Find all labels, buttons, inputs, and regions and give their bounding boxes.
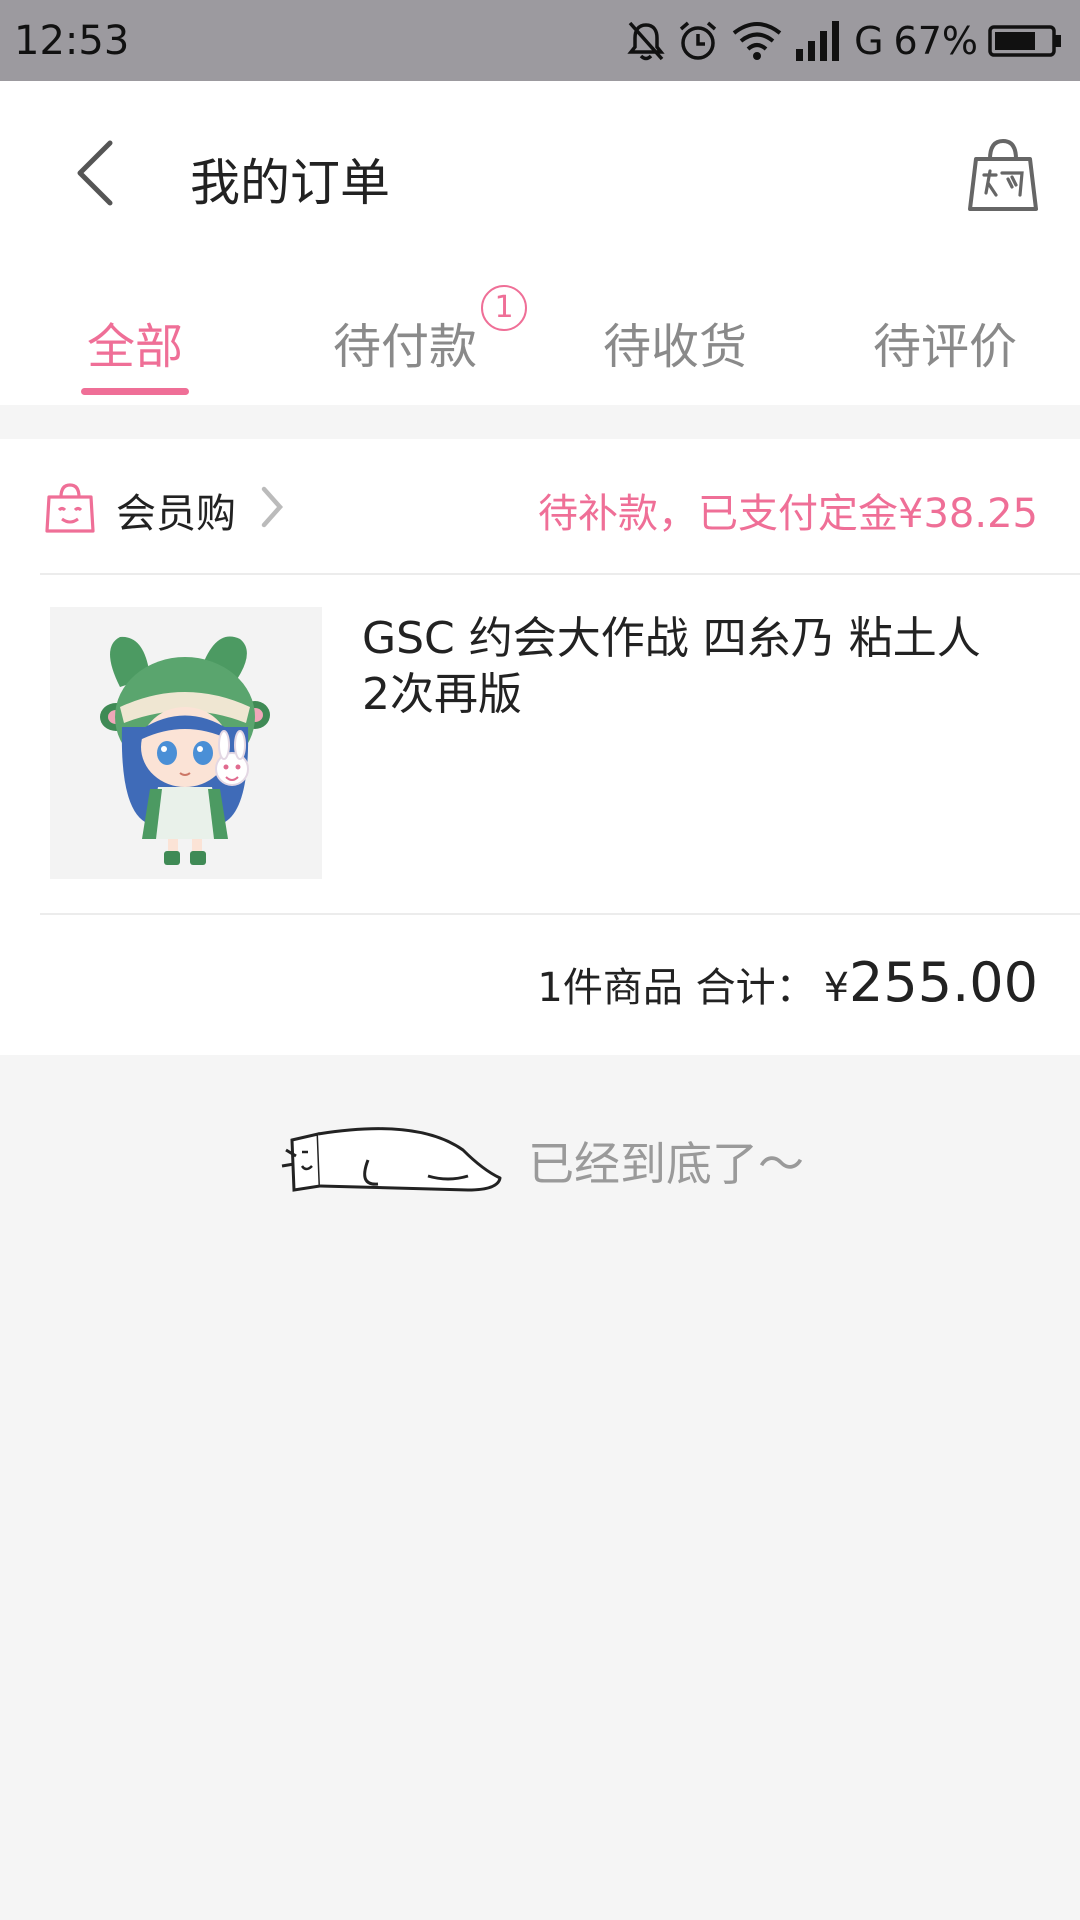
count-badge: 1: [481, 285, 527, 331]
bell-off-icon: [627, 21, 665, 61]
status-time: 12:53: [14, 18, 130, 64]
product-image[interactable]: [50, 607, 322, 879]
member-shop-bag-icon: [45, 483, 95, 533]
tab-pending-receipt[interactable]: 待收货: [555, 307, 795, 405]
order-tabs: 全部 待付款 1 待收货 待评价: [0, 271, 1080, 405]
lying-mascot-icon: [281, 1127, 502, 1192]
network-type: G: [854, 19, 884, 63]
order-total: 255.00: [849, 951, 1038, 1014]
shopping-bag-icon[interactable]: [966, 133, 1040, 213]
shop-header[interactable]: 会员购 待补款，已支付定金¥38.25: [0, 439, 1080, 573]
shop-name: 会员购: [116, 491, 236, 537]
page-title: 我的订单: [190, 154, 390, 212]
app-header: 我的订单: [0, 81, 1080, 271]
tab-label: 待评价: [872, 319, 1017, 375]
alarm-icon: [679, 21, 717, 60]
product-title: GSC 约会大作战 四糸乃 粘土人 2次再版: [362, 613, 981, 720]
tab-pending-payment[interactable]: 待付款 1: [285, 285, 527, 405]
summary-label: 1件商品 合计：: [537, 965, 816, 1011]
battery-icon: [988, 25, 1061, 57]
active-tab-indicator: [81, 388, 189, 395]
product-item[interactable]: GSC 约会大作战 四糸乃 粘土人 2次再版: [0, 575, 1080, 879]
status-icons: G 67%: [626, 16, 1064, 66]
status-bar: 12:53 G 67%: [0, 0, 1080, 81]
battery-percent: 67%: [893, 19, 978, 63]
tab-label: 待付款: [332, 319, 477, 375]
signal-icon: [796, 21, 840, 61]
end-of-list: 已经到底了～: [0, 1110, 1080, 1200]
chevron-right-icon: [261, 486, 284, 528]
currency-symbol: ¥: [823, 965, 850, 1011]
order-summary: 1件商品 合计： ¥ 255.00: [0, 915, 1080, 1055]
order-status: 待补款，已支付定金¥38.25: [538, 491, 1038, 537]
tab-label: 待收货: [602, 319, 747, 375]
tab-pending-review[interactable]: 待评价: [825, 307, 1065, 405]
end-of-list-text: 已经到底了～: [528, 1137, 804, 1191]
back-button[interactable]: [62, 133, 132, 213]
wifi-icon: [732, 22, 782, 60]
order-card[interactable]: 会员购 待补款，已支付定金¥38.25 GSC 约会大作战 四糸乃 粘土人 2次…: [0, 439, 1080, 1055]
tab-label: 全部: [86, 319, 183, 375]
